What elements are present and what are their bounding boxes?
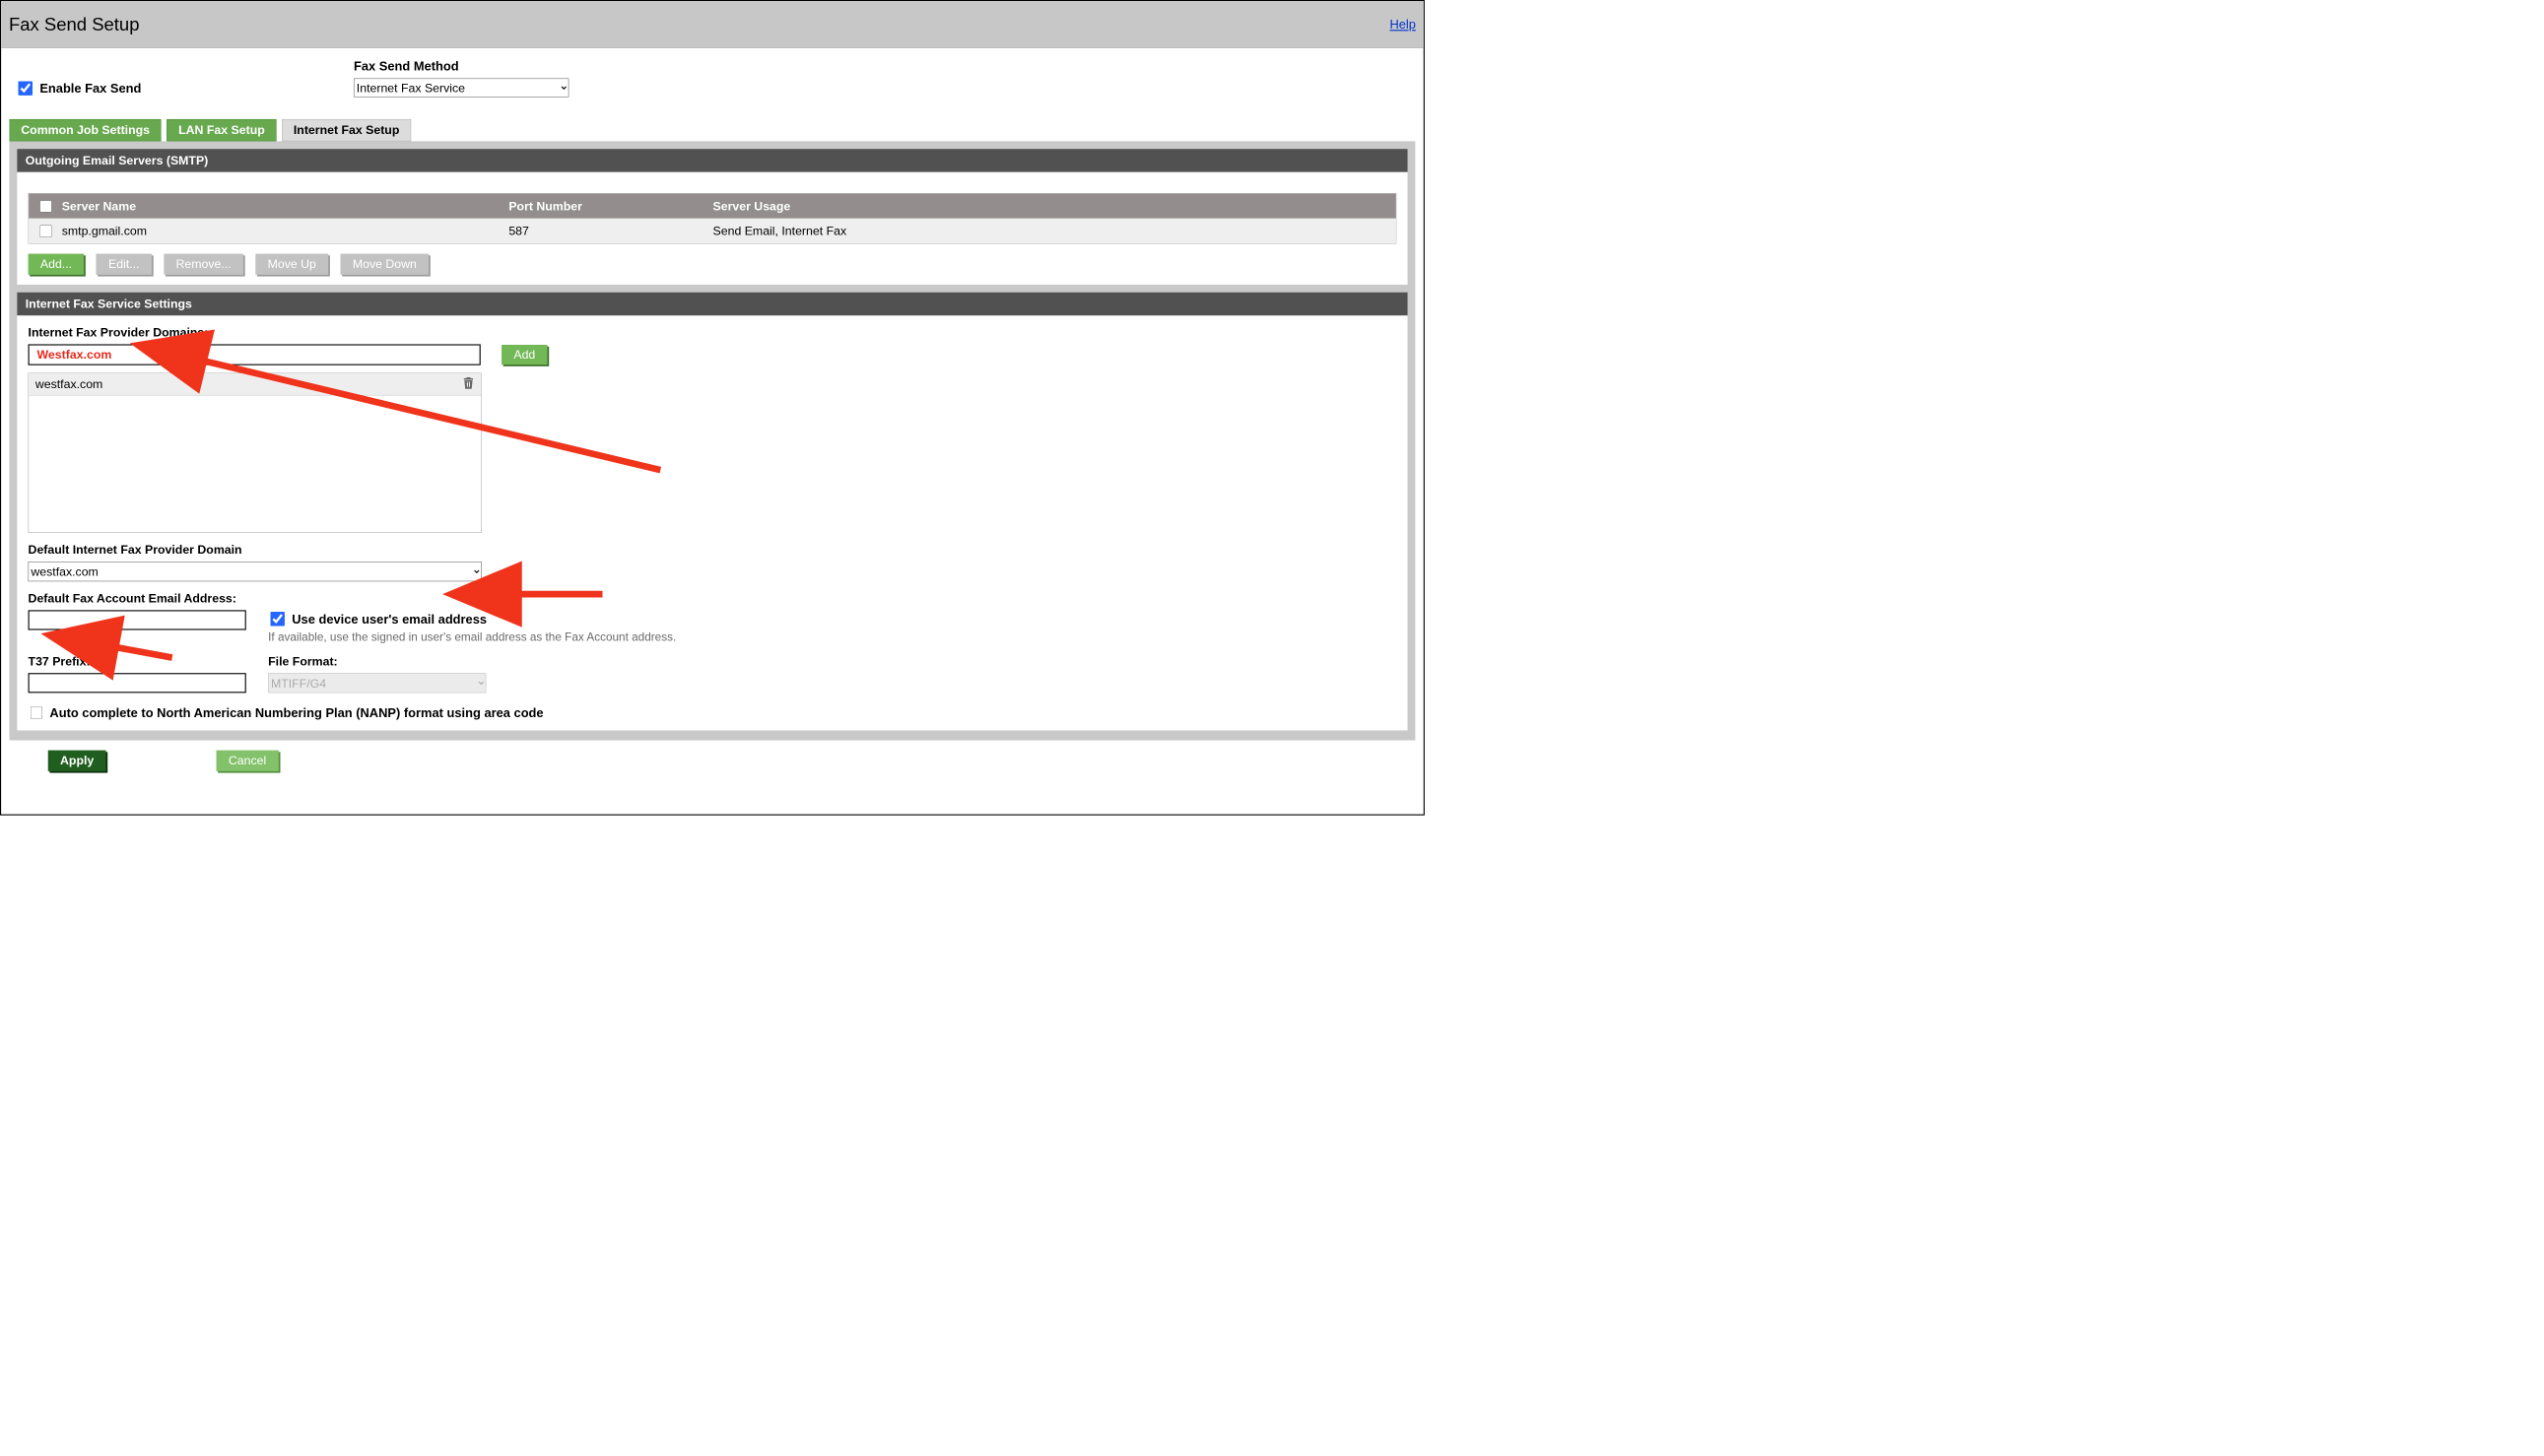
smtp-col-server: Server Name (62, 199, 509, 214)
tab-internet-fax-setup[interactable]: Internet Fax Setup (282, 119, 411, 141)
file-format-select: MTIFF/G4 (268, 673, 486, 693)
ifax-domain-item-text: westfax.com (35, 377, 102, 392)
default-domain-label: Default Internet Fax Provider Domain (29, 543, 1397, 558)
ifax-domain-add-button[interactable]: Add (502, 345, 548, 364)
use-device-email-hint: If available, use the signed in user's e… (268, 631, 676, 644)
smtp-movedown-button[interactable]: Move Down (341, 254, 430, 275)
nanp-label: Auto complete to North American Numberin… (49, 705, 543, 720)
ifax-domain-input[interactable] (29, 344, 481, 364)
smtp-row-port: 587 (508, 224, 712, 238)
t37-prefix-label: T37 Prefix: (29, 654, 246, 669)
list-item[interactable]: westfax.com (29, 373, 481, 395)
help-link[interactable]: Help (1389, 17, 1415, 32)
smtp-row-server: smtp.gmail.com (62, 224, 509, 238)
smtp-col-port: Port Number (508, 199, 712, 214)
fax-send-method-label: Fax Send Method (354, 59, 569, 74)
smtp-moveup-button[interactable]: Move Up (255, 254, 328, 275)
page-title: Fax Send Setup (9, 14, 140, 34)
enable-fax-send-label: Enable Fax Send (39, 81, 141, 96)
smtp-edit-button[interactable]: Edit... (97, 254, 152, 275)
smtp-row-usage: Send Email, Internet Fax (713, 224, 1396, 238)
ifax-domains-label: Internet Fax Provider Domains: (29, 325, 1397, 340)
ifax-domain-list: westfax.com (29, 373, 482, 533)
smtp-section-heading: Outgoing Email Servers (SMTP) (17, 149, 1407, 172)
default-email-label: Default Fax Account Email Address: (29, 591, 1397, 606)
use-device-email-label: Use device user's email address (292, 612, 487, 627)
table-row[interactable]: smtp.gmail.com 587 Send Email, Internet … (29, 219, 1396, 243)
cancel-button[interactable]: Cancel (217, 751, 279, 771)
smtp-add-button[interactable]: Add... (29, 254, 85, 275)
fax-send-method-select[interactable]: Internet Fax Service (354, 79, 569, 98)
default-domain-select[interactable]: westfax.com (29, 562, 482, 581)
smtp-remove-button[interactable]: Remove... (164, 254, 243, 275)
file-format-label: File Format: (268, 654, 486, 669)
t37-prefix-input[interactable] (29, 673, 246, 693)
smtp-col-usage: Server Usage (713, 199, 1396, 214)
tab-lan-fax-setup[interactable]: LAN Fax Setup (167, 119, 276, 141)
apply-button[interactable]: Apply (48, 751, 106, 771)
tab-common-job-settings[interactable]: Common Job Settings (10, 119, 162, 141)
use-device-email-checkbox[interactable] (270, 612, 285, 627)
ifs-section-heading: Internet Fax Service Settings (17, 293, 1407, 316)
nanp-checkbox[interactable] (31, 706, 42, 718)
trash-icon[interactable] (462, 376, 474, 393)
default-email-input[interactable] (29, 610, 246, 629)
enable-fax-send-checkbox[interactable] (18, 81, 33, 96)
smtp-row-checkbox[interactable] (39, 225, 51, 236)
smtp-select-all-checkbox[interactable] (39, 200, 51, 212)
smtp-table: Server Name Port Number Server Usage smt… (29, 193, 1397, 244)
